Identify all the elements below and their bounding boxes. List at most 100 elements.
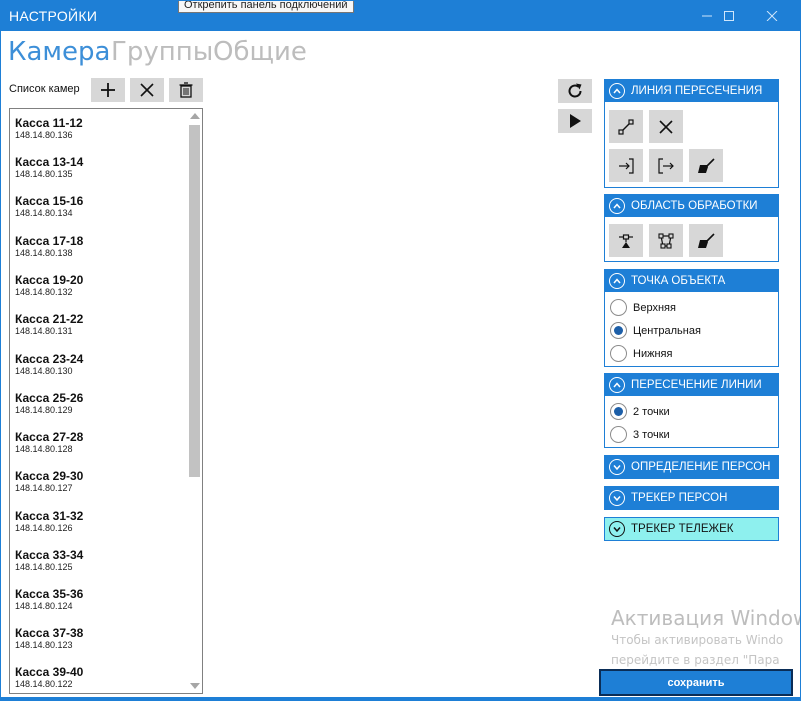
radio-center[interactable]: Центральная [610, 322, 701, 339]
chevron-up-icon [609, 198, 625, 214]
scroll-thumb[interactable] [189, 125, 200, 477]
close-icon [659, 119, 673, 134]
panel-object-point: ТОЧКА ОБЪЕКТА Верхняя Центральная Нижняя [604, 269, 779, 367]
list-item[interactable]: Касса 11-12 148.14.80.136 [15, 116, 185, 141]
line-exit-button[interactable] [649, 149, 683, 182]
camera-name: Касса 27-28 [15, 430, 84, 444]
camera-name: Касса 23-24 [15, 352, 84, 366]
radio-top[interactable]: Верхняя [610, 299, 676, 316]
list-item[interactable]: Касса 35-36 148.14.80.124 [15, 587, 185, 612]
panel-person-tracker[interactable]: ТРЕКЕР ПЕРСОН [604, 486, 779, 510]
list-item[interactable]: Касса 17-18 148.14.80.138 [15, 234, 185, 259]
radio-button[interactable] [610, 299, 627, 316]
radio-bottom[interactable]: Нижняя [610, 345, 672, 362]
panel-line-crossing: ПЕРЕСЕЧЕНИЕ ЛИНИИ 2 точки 3 точки [604, 373, 779, 448]
camera-list[interactable]: Касса 11-12 148.14.80.136 Касса 13-14 14… [9, 108, 203, 694]
radio-button[interactable] [610, 403, 627, 420]
radio-label: Центральная [633, 324, 701, 337]
list-item[interactable]: Касса 29-30 148.14.80.127 [15, 469, 185, 494]
clear-area-button[interactable] [689, 224, 723, 257]
enter-icon [619, 157, 634, 174]
add-camera-button[interactable] [91, 78, 125, 102]
draw-line-button[interactable] [609, 110, 643, 143]
camera-ip: 148.14.80.130 [15, 366, 73, 376]
radio-button[interactable] [610, 345, 627, 362]
radio-3-points[interactable]: 3 точки [610, 426, 670, 443]
panel-cart-tracker[interactable]: ТРЕКЕР ТЕЛЕЖЕК [604, 517, 779, 541]
area-polygon-button[interactable] [649, 224, 683, 257]
camera-name: Касса 21-22 [15, 312, 84, 326]
radio-label: Нижняя [633, 347, 673, 360]
remove-camera-button[interactable] [130, 78, 164, 102]
chevron-down-icon [609, 459, 625, 475]
list-item[interactable]: Касса 37-38 148.14.80.123 [15, 626, 185, 651]
window-title: НАСТРОЙКИ [9, 8, 98, 24]
list-item[interactable]: Касса 25-26 148.14.80.129 [15, 391, 185, 416]
panel-cart-tracker-header[interactable]: ТРЕКЕР ТЕЛЕЖЕК [605, 518, 778, 540]
list-item[interactable]: Касса 27-28 148.14.80.128 [15, 430, 185, 455]
line-enter-button[interactable] [609, 149, 643, 182]
camera-ip: 148.14.80.129 [15, 405, 73, 415]
camera-name: Касса 25-26 [15, 391, 84, 405]
scroll-down-icon[interactable] [190, 683, 200, 689]
camera-list-scrollbar[interactable] [187, 109, 202, 693]
list-item[interactable]: Касса 31-32 148.14.80.126 [15, 509, 185, 534]
close-icon [766, 10, 778, 22]
panel-person-detection[interactable]: ОПРЕДЕЛЕНИЕ ПЕРСОН [604, 455, 779, 479]
save-button[interactable]: сохранить [599, 669, 793, 696]
maximize-button[interactable] [706, 1, 752, 31]
panel-title: ТОЧКА ОБЪЕКТА [631, 275, 726, 287]
area-point-button[interactable] [609, 224, 643, 257]
camera-name: Касса 31-32 [15, 509, 84, 523]
camera-name: Касса 17-18 [15, 234, 84, 248]
tab-general[interactable]: Общие [213, 37, 307, 67]
radio-button[interactable] [610, 322, 627, 339]
camera-ip: 148.14.80.125 [15, 562, 73, 572]
list-item[interactable]: Касса 13-14 148.14.80.135 [15, 155, 185, 180]
list-item[interactable]: Касса 23-24 148.14.80.130 [15, 352, 185, 377]
camera-name: Касса 11-12 [15, 116, 83, 130]
list-item[interactable]: Касса 33-34 148.14.80.125 [15, 548, 185, 573]
broom-icon [698, 157, 715, 173]
play-button[interactable] [558, 109, 592, 133]
camera-ip: 148.14.80.131 [15, 326, 73, 336]
camera-name: Касса 15-16 [15, 194, 84, 208]
window-bottom-border [1, 697, 800, 700]
camera-name: Касса 35-36 [15, 587, 84, 601]
list-item[interactable]: Касса 21-22 148.14.80.131 [15, 312, 185, 337]
camera-ip: 148.14.80.123 [15, 640, 73, 650]
radio-label: 2 точки [633, 405, 670, 418]
list-item[interactable]: Касса 19-20 148.14.80.132 [15, 273, 185, 298]
panel-object-point-header[interactable]: ТОЧКА ОБЪЕКТА [605, 270, 778, 292]
list-item[interactable]: Касса 39-40 148.14.80.122 [15, 665, 185, 690]
camera-name: Касса 29-30 [15, 469, 84, 483]
list-item[interactable]: Касса 15-16 148.14.80.134 [15, 194, 185, 219]
panel-crossing-line-header[interactable]: ЛИНИЯ ПЕРЕСЕЧЕНИЯ [605, 80, 778, 102]
camera-ip: 148.14.80.124 [15, 601, 73, 611]
activation-watermark-title: Активация Windows [611, 606, 801, 630]
panel-line-crossing-header[interactable]: ПЕРЕСЕЧЕНИЕ ЛИНИИ [605, 374, 778, 396]
radio-2-points[interactable]: 2 точки [610, 403, 670, 420]
tab-camera[interactable]: Камера [8, 37, 110, 67]
panel-processing-area-header[interactable]: ОБЛАСТЬ ОБРАБОТКИ [605, 195, 778, 217]
camera-ip: 148.14.80.122 [15, 679, 73, 689]
maximize-icon [724, 11, 734, 21]
scroll-up-icon[interactable] [190, 113, 200, 119]
close-window-button[interactable] [749, 1, 795, 31]
panel-person-tracker-header[interactable]: ТРЕКЕР ПЕРСОН [605, 487, 778, 509]
camera-ip: 148.14.80.134 [15, 208, 73, 218]
tab-groups[interactable]: Группы [111, 37, 213, 67]
settings-window: НАСТРОЙКИ Открепить панель подключений К… [0, 0, 801, 701]
refresh-button[interactable] [558, 79, 592, 103]
panel-person-detection-header[interactable]: ОПРЕДЕЛЕНИЕ ПЕРСОН [605, 456, 778, 478]
camera-ip: 148.14.80.126 [15, 523, 73, 533]
panel-title: ОПРЕДЕЛЕНИЕ ПЕРСОН [631, 461, 771, 473]
delete-line-button[interactable] [649, 110, 683, 143]
chevron-up-icon [609, 83, 625, 99]
camera-name: Касса 19-20 [15, 273, 84, 287]
chevron-up-icon [609, 377, 625, 393]
clear-line-button[interactable] [689, 149, 723, 182]
camera-list-label: Список камер [9, 83, 80, 95]
radio-button[interactable] [610, 426, 627, 443]
delete-camera-button[interactable] [169, 78, 203, 102]
